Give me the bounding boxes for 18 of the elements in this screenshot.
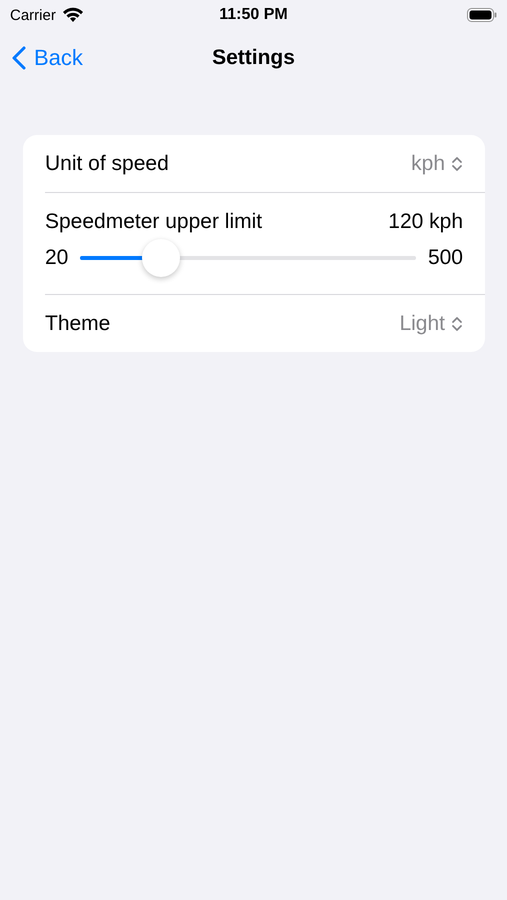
carrier-name: Carrier <box>10 6 56 24</box>
value-picker[interactable]: kph <box>411 152 463 176</box>
wifi-icon <box>62 7 84 23</box>
slider-max-label: 500 <box>428 246 463 270</box>
screen-title: Settings <box>212 46 295 70</box>
setting-value: 120 kph <box>388 210 463 234</box>
slider-min-label: 20 <box>45 246 68 270</box>
back-chevron-icon <box>12 46 26 70</box>
value-picker[interactable]: Light <box>399 312 463 336</box>
back-button[interactable]: Back <box>12 45 83 71</box>
battery-icon <box>467 8 497 22</box>
setting-label: Speedmeter upper limit <box>45 210 262 234</box>
status-time: 11:50 PM <box>219 6 288 24</box>
setting-label: Theme <box>45 312 110 336</box>
slider-thumb[interactable] <box>142 239 180 277</box>
setting-label: Unit of speed <box>45 152 169 176</box>
up-down-chevron-icon <box>451 156 463 172</box>
up-down-chevron-icon <box>451 316 463 332</box>
